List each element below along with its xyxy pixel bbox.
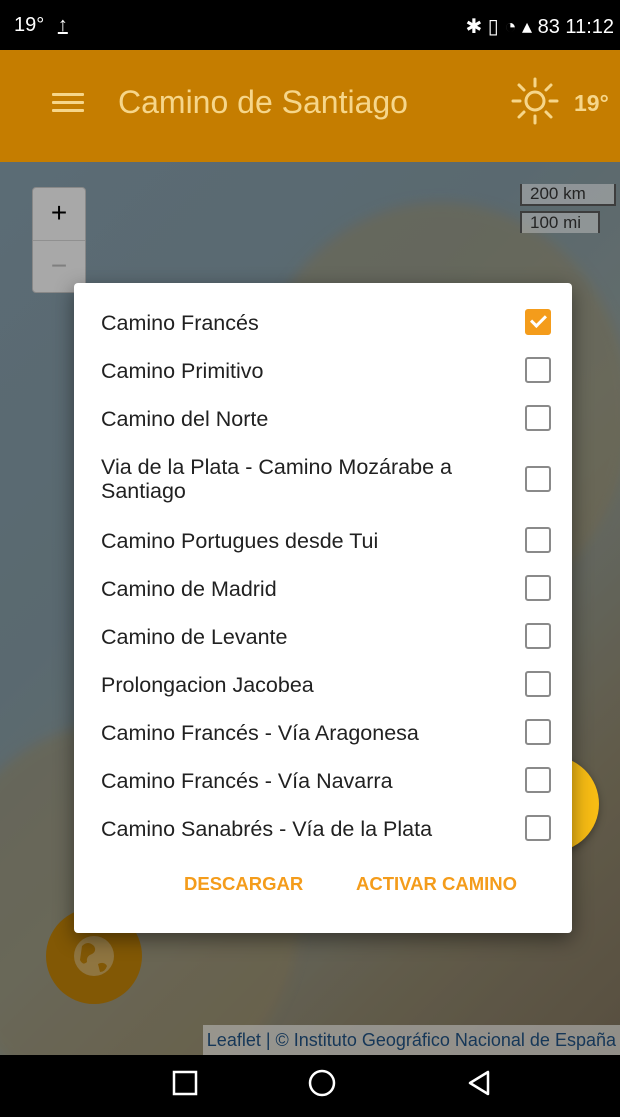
route-label: Camino Francés — [101, 311, 259, 335]
route-checkbox[interactable] — [525, 767, 551, 793]
status-temperature: 19° — [14, 14, 45, 36]
app-title: Camino de Santiago — [118, 84, 408, 120]
route-checkbox[interactable] — [525, 671, 551, 697]
back-triangle-icon[interactable] — [468, 1070, 490, 1096]
route-checkbox[interactable] — [525, 815, 551, 841]
upload-icon: ↑ — [57, 14, 68, 36]
vibrate-icon: ▯ — [487, 16, 499, 38]
route-checkbox[interactable] — [525, 357, 551, 383]
sun-icon — [511, 77, 559, 125]
route-label: Camino Portugues desde Tui — [101, 529, 379, 553]
app-bar: Camino de Santiago 19° — [0, 50, 620, 162]
signal-icon: ▴ — [522, 16, 533, 38]
route-label: Camino de Levante — [101, 625, 288, 649]
home-circle-icon[interactable] — [308, 1069, 336, 1097]
hamburger-menu-icon[interactable] — [52, 88, 84, 124]
route-checkbox[interactable] — [525, 719, 551, 745]
check-icon — [530, 311, 547, 328]
route-label: Camino Sanabrés - Vía de la Plata — [101, 817, 433, 841]
route-label: Camino Francés - Vía Navarra — [101, 769, 393, 793]
status-left: 19° ↑ — [14, 14, 68, 37]
route-checkbox[interactable] — [525, 405, 551, 431]
bluetooth-icon: ✱ — [465, 16, 483, 38]
route-label: Camino Primitivo — [101, 359, 264, 383]
route-checkbox[interactable] — [525, 466, 551, 492]
nav-bar-icons — [172, 1069, 490, 1097]
route-label: Camino de Madrid — [101, 577, 277, 601]
route-selection-dialog: Camino Francés Camino Primitivo Camino del… — [74, 283, 572, 933]
activate-route-button[interactable]: ACTIVAR CAMINO — [356, 873, 517, 895]
status-bar: 19° ↑ ✱ ▯ ◔ ▴ 83 11:12 — [0, 0, 620, 50]
route-label: Prolongacion Jacobea — [101, 673, 314, 697]
weather-temperature: 19° — [574, 90, 609, 116]
wifi-icon: ◔ — [504, 16, 517, 38]
status-right: ✱ ▯ ◔ ▴ 83 11:12 — [465, 14, 614, 39]
route-checkbox[interactable] — [525, 575, 551, 601]
route-checkbox[interactable] — [525, 527, 551, 553]
route-label: Via de la Plata - Camino Mozárabe a Sant… — [101, 455, 452, 503]
route-checkbox[interactable] — [525, 623, 551, 649]
system-nav-bar — [0, 1055, 620, 1112]
battery-and-clock: 83 11:12 — [537, 16, 614, 38]
route-checkbox[interactable] — [525, 309, 551, 335]
route-label: Camino del Norte — [101, 407, 269, 431]
download-button[interactable]: DESCARGAR — [184, 873, 303, 895]
recents-square-icon[interactable] — [172, 1070, 198, 1096]
route-label: Camino Francés - Vía Aragonesa — [101, 721, 419, 745]
